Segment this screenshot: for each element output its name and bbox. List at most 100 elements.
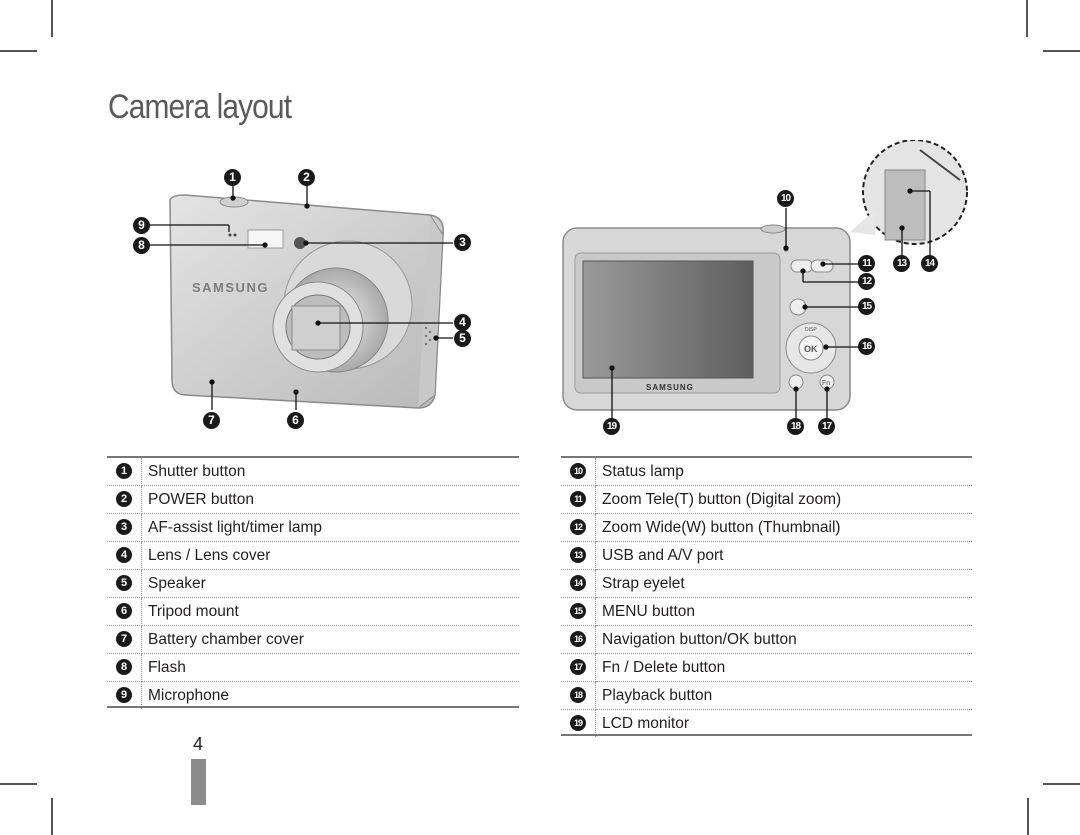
back-brand: SAMSUNG [646, 383, 694, 392]
table-row: 19 LCD monitor [561, 709, 972, 737]
table-row: 14 Strap eyelet [561, 569, 972, 598]
callout-1: 1 [224, 169, 241, 186]
callout-badge: 11 [570, 491, 586, 508]
callout-16: 16 [858, 338, 875, 355]
table-row: 1 Shutter button [107, 458, 519, 486]
callout-badge: 13 [570, 547, 586, 564]
callout-badge: 4 [116, 547, 132, 564]
page-thumb-tab [191, 759, 206, 805]
callout-7: 7 [203, 412, 220, 429]
part-label: MENU button [595, 597, 972, 626]
callout-2: 2 [298, 169, 315, 186]
part-label: Navigation button/OK button [595, 625, 972, 654]
table-row: 4 Lens / Lens cover [107, 541, 519, 570]
part-label: Flash [141, 653, 519, 682]
callout-12: 12 [858, 273, 875, 290]
callout-13: 13 [893, 255, 910, 272]
svg-text:OK: OK [804, 344, 818, 354]
callout-badge: 17 [570, 659, 586, 676]
table-row: 16 Navigation button/OK button [561, 625, 972, 654]
back-parts-table: 10 Status lamp 11 Zoom Tele(T) button (Dig… [561, 458, 972, 737]
callout-badge: 15 [570, 603, 586, 620]
part-label: Status lamp [595, 458, 972, 486]
page-title: Camera layout [108, 88, 292, 126]
part-label: LCD monitor [602, 714, 689, 732]
table-row: 15 MENU button [561, 597, 972, 626]
front-parts-table: 1 Shutter button 2 POWER button 3 AF-assist… [107, 458, 519, 709]
table-row: 17 Fn / Delete button [561, 653, 972, 682]
part-label: Microphone [148, 686, 229, 704]
callout-6: 6 [287, 412, 304, 429]
callout-badge: 19 [570, 715, 586, 732]
table-row: 8 Flash [107, 653, 519, 682]
table-row: 3 AF-assist light/timer lamp [107, 513, 519, 542]
callout-4: 4 [454, 314, 471, 331]
crop-mark [1026, 0, 1028, 37]
part-label: Shutter button [141, 458, 519, 486]
table-row: 13 USB and A/V port [561, 541, 972, 570]
table-row: 11 Zoom Tele(T) button (Digital zoom) [561, 485, 972, 514]
callout-badge: 9 [116, 687, 132, 704]
callout-badge: 10 [570, 463, 586, 480]
callout-badge: 6 [116, 603, 132, 620]
table-rule [107, 706, 519, 708]
table-row: 6 Tripod mount [107, 597, 519, 626]
callout-14: 14 [921, 255, 938, 272]
callout-9: 9 [133, 217, 150, 234]
callout-badge: 5 [116, 575, 132, 592]
crop-mark [1027, 798, 1029, 835]
part-label: Zoom Wide(W) button (Thumbnail) [595, 513, 972, 542]
callout-badge: 3 [116, 519, 132, 536]
callout-5: 5 [454, 330, 471, 347]
table-row: 7 Battery chamber cover [107, 625, 519, 654]
table-rule [561, 734, 972, 736]
callout-badge: 2 [116, 491, 132, 508]
crop-mark [51, 798, 53, 835]
part-label: Tripod mount [141, 597, 519, 626]
callout-3: 3 [454, 234, 471, 251]
camera-front-figure: SAMSUNG 1 2 3 4 5 6 7 8 9 [110, 160, 480, 440]
callout-8: 8 [133, 237, 150, 254]
part-label: Battery chamber cover [141, 625, 519, 654]
camera-back-figure: SAMSUNG OK DISP Fn 10 11 12 13 14 15 16 … [555, 139, 975, 440]
page-number: 4 [193, 734, 204, 754]
part-label: Fn / Delete button [595, 653, 972, 682]
svg-text:Fn: Fn [822, 380, 830, 387]
part-label: USB and A/V port [595, 541, 972, 570]
part-label: POWER button [141, 485, 519, 514]
callout-badge: 14 [570, 575, 586, 592]
callout-badge: 18 [570, 687, 586, 704]
lcd-screen [582, 260, 754, 379]
svg-text:DISP: DISP [805, 327, 817, 333]
callout-15: 15 [858, 298, 875, 315]
crop-mark [0, 783, 37, 785]
callout-badge: 16 [570, 631, 586, 648]
crop-mark [51, 0, 53, 37]
part-label: Lens / Lens cover [141, 541, 519, 570]
callout-19: 19 [603, 418, 620, 435]
svg-text:SAMSUNG: SAMSUNG [192, 280, 269, 295]
table-row: 10 Status lamp [561, 458, 972, 486]
part-label: Strap eyelet [595, 569, 972, 598]
crop-mark [1043, 783, 1080, 785]
callout-badge: 1 [116, 463, 132, 480]
camera-front-illustration: SAMSUNG [150, 185, 453, 410]
callout-badge: 8 [116, 659, 132, 676]
table-row: 12 Zoom Wide(W) button (Thumbnail) [561, 513, 972, 542]
part-label: AF-assist light/timer lamp [141, 513, 519, 542]
callout-18: 18 [787, 418, 804, 435]
callout-11: 11 [858, 255, 875, 272]
camera-back-illustration: SAMSUNG OK DISP Fn [562, 139, 968, 420]
table-row: 2 POWER button [107, 485, 519, 514]
table-row: 9 Microphone [107, 681, 519, 709]
part-label: Playback button [595, 681, 972, 710]
callout-badge: 12 [570, 519, 586, 536]
table-row: 18 Playback button [561, 681, 972, 710]
callout-17: 17 [818, 418, 835, 435]
part-label: Speaker [141, 569, 519, 598]
callout-10: 10 [777, 190, 794, 207]
crop-mark [0, 50, 37, 52]
table-row: 5 Speaker [107, 569, 519, 598]
part-label: Zoom Tele(T) button (Digital zoom) [595, 485, 972, 514]
callout-badge: 7 [116, 631, 132, 648]
